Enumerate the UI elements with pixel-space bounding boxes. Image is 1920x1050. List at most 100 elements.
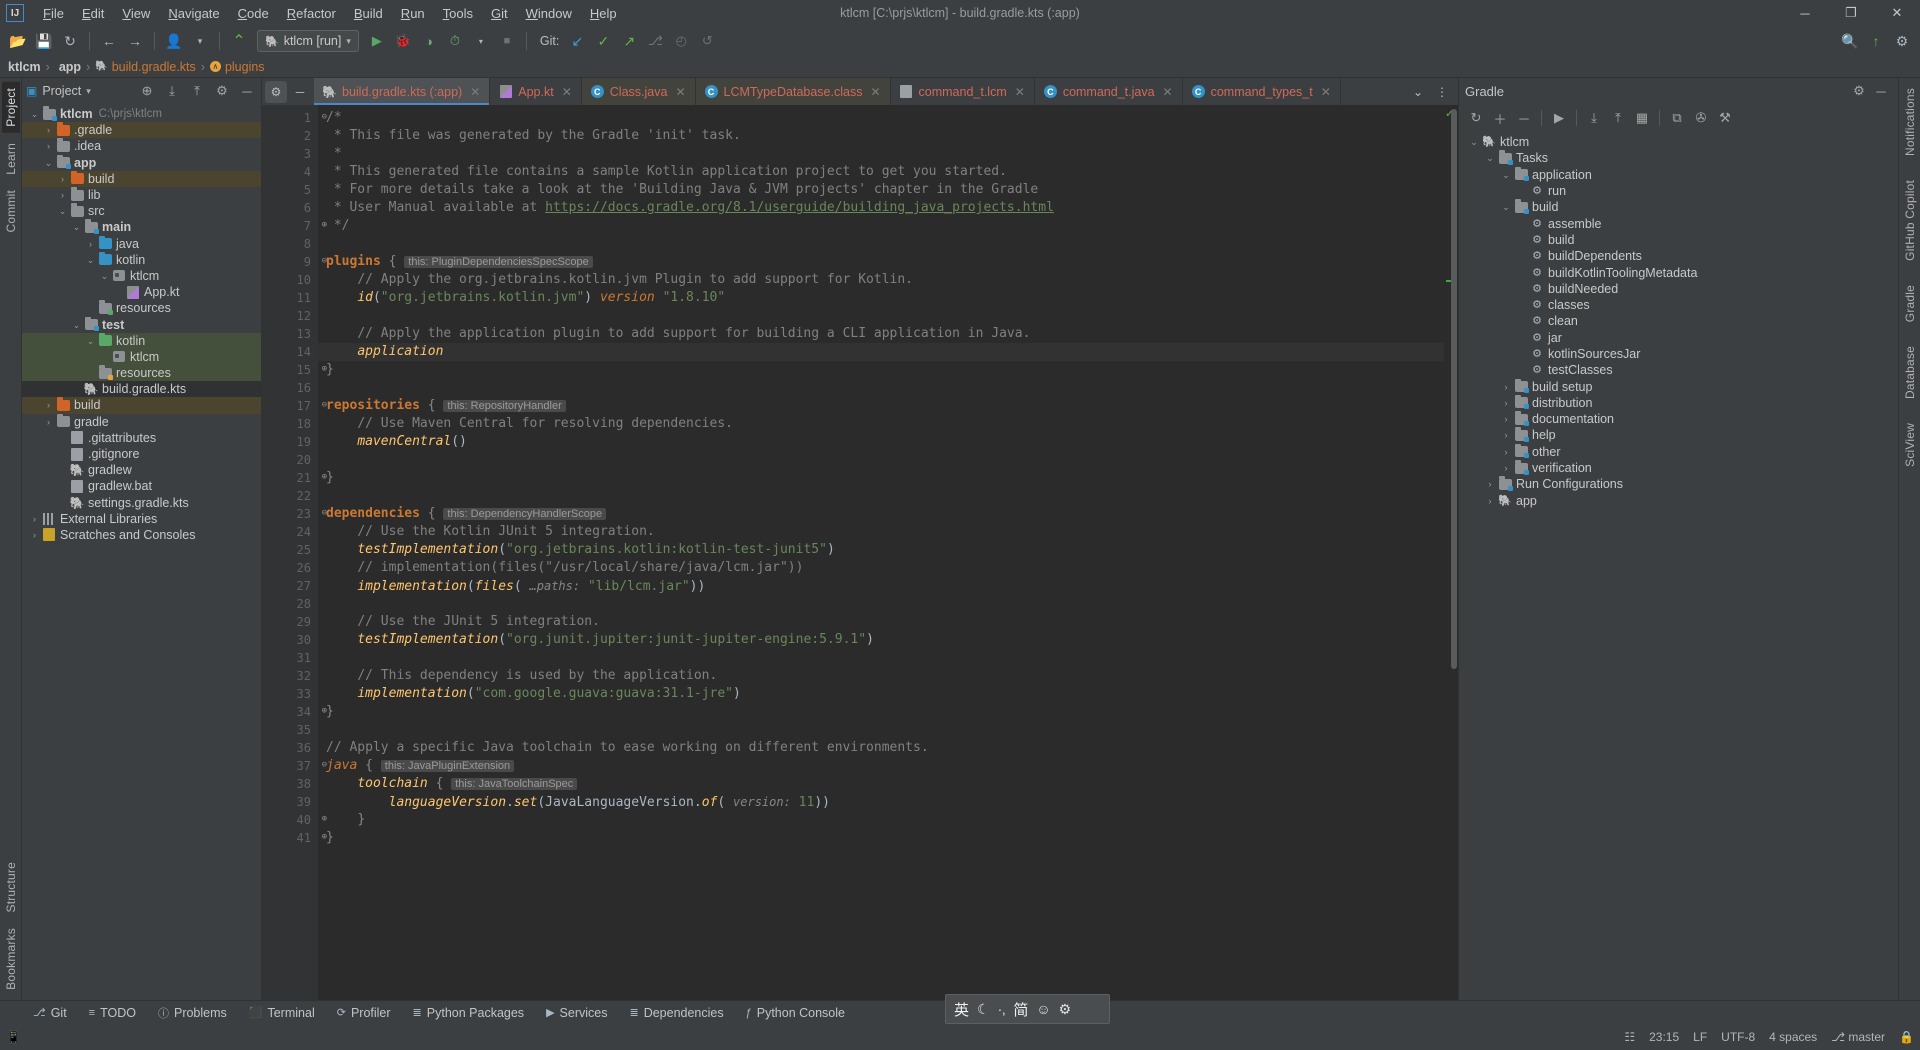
- right-strip-tab-github-copilot[interactable]: GitHub Copilot: [1901, 174, 1919, 267]
- project-tree-row[interactable]: resources: [22, 300, 261, 316]
- gradle-tree-row[interactable]: › help: [1459, 427, 1898, 443]
- menu-item-file[interactable]: File: [34, 3, 73, 24]
- bottom-tab-services[interactable]: ▶ Services: [535, 1001, 618, 1025]
- hide-panel-icon[interactable]: ─: [289, 81, 311, 103]
- close-icon[interactable]: ✕: [1015, 85, 1025, 99]
- tree-expand-arrow[interactable]: ⌄: [70, 317, 83, 333]
- debug-button[interactable]: 🐞: [391, 29, 415, 53]
- tasks-view-icon[interactable]: ▦: [1631, 107, 1653, 129]
- tree-expand-arrow[interactable]: ⌄: [1499, 199, 1513, 215]
- close-icon[interactable]: ✕: [870, 85, 880, 99]
- close-icon[interactable]: ✕: [470, 85, 480, 99]
- code-line[interactable]: // Apply a specific Java toolchain to ea…: [318, 739, 1444, 757]
- code-line[interactable]: // Apply the application plugin to add s…: [318, 325, 1444, 343]
- sidebar-tab-commit[interactable]: Commit: [2, 184, 20, 239]
- project-tree-row[interactable]: gradlew.bat: [22, 478, 261, 494]
- tree-expand-arrow[interactable]: ⌄: [56, 203, 69, 219]
- code-line[interactable]: */: [318, 217, 1444, 235]
- bottom-tab-problems[interactable]: ⓘ Problems: [147, 1001, 238, 1025]
- project-tree-row[interactable]: ⌄ test: [22, 316, 261, 332]
- ime-punctuation-icon[interactable]: ·‚: [998, 1001, 1006, 1017]
- maximize-button[interactable]: ❐: [1828, 0, 1874, 26]
- menu-item-view[interactable]: View: [113, 3, 159, 24]
- project-tree-row[interactable]: ⌄ src: [22, 203, 261, 219]
- lock-icon[interactable]: 🔒: [1899, 1030, 1914, 1044]
- sidebar-tab-bookmarks[interactable]: Bookmarks: [2, 922, 20, 996]
- profile-icon[interactable]: 👤: [162, 29, 186, 53]
- right-strip-tab-gradle[interactable]: Gradle: [1901, 279, 1919, 328]
- code-line[interactable]: }: [318, 703, 1444, 721]
- project-tree[interactable]: ⌄ ktlcm C:\prjs\ktlcm › .gradle › .idea ⌄ app › bu…: [22, 104, 261, 1000]
- tree-expand-arrow[interactable]: ›: [1483, 476, 1497, 492]
- tree-expand-arrow[interactable]: ⌄: [98, 268, 111, 284]
- code-line[interactable]: testImplementation("org.jetbrains.kotlin…: [318, 541, 1444, 559]
- ime-moon-icon[interactable]: ☾: [977, 1001, 990, 1018]
- menu-item-edit[interactable]: Edit: [73, 3, 113, 24]
- project-tree-row[interactable]: ktlcm: [22, 348, 261, 365]
- editor-tab-command-t-java[interactable]: Ccommand_t.java ✕: [1035, 78, 1183, 105]
- code-line[interactable]: languageVersion.set(JavaLanguageVersion.…: [318, 793, 1444, 811]
- collapse-all-icon[interactable]: ⤒: [187, 81, 207, 101]
- event-log-icon[interactable]: ☷: [1624, 1030, 1635, 1044]
- close-icon[interactable]: ✕: [675, 85, 685, 99]
- code-line[interactable]: [318, 451, 1444, 469]
- tree-expand-arrow[interactable]: ›: [1499, 411, 1513, 427]
- code-line[interactable]: [318, 235, 1444, 253]
- breadcrumb-item-app[interactable]: app: [55, 60, 81, 74]
- close-icon[interactable]: ✕: [1321, 85, 1331, 99]
- tree-expand-arrow[interactable]: ⌄: [84, 333, 97, 349]
- tree-expand-arrow[interactable]: ›: [1499, 427, 1513, 443]
- code-line[interactable]: // Apply the org.jetbrains.kotlin.jvm Pl…: [318, 271, 1444, 289]
- gradle-tree-row[interactable]: › distribution: [1459, 394, 1898, 411]
- tree-expand-arrow[interactable]: ⌄: [70, 219, 83, 235]
- menu-item-git[interactable]: Git: [482, 3, 517, 24]
- tree-expand-arrow[interactable]: ›: [28, 511, 41, 527]
- code-line[interactable]: repositories { this: RepositoryHandler: [318, 397, 1444, 415]
- gradle-tree-row[interactable]: › other: [1459, 443, 1898, 460]
- project-tree-row[interactable]: › lib: [22, 187, 261, 203]
- code-line[interactable]: // implementation(files("/usr/local/shar…: [318, 559, 1444, 577]
- chevron-down-icon[interactable]: ▾: [188, 29, 212, 53]
- project-tree-row[interactable]: .gitignore: [22, 446, 261, 462]
- git-branch-widget[interactable]: ⎇ master: [1831, 1030, 1885, 1044]
- gradle-tree-row[interactable]: › 🐘 app: [1459, 493, 1898, 509]
- breadcrumb-item-plugins[interactable]: ∧ plugins: [209, 60, 265, 74]
- code-line[interactable]: [318, 487, 1444, 505]
- right-strip-tab-notifications[interactable]: Notifications: [1901, 82, 1919, 162]
- right-strip-tab-database[interactable]: Database: [1901, 340, 1919, 405]
- tree-expand-arrow[interactable]: ›: [42, 122, 55, 138]
- code-line[interactable]: [318, 307, 1444, 325]
- code-line[interactable]: // Use Maven Central for resolving depen…: [318, 415, 1444, 433]
- gradle-tree-row[interactable]: ⚙ build: [1459, 232, 1898, 248]
- bottom-tab-python-console[interactable]: ƒ Python Console: [735, 1001, 856, 1025]
- code-line[interactable]: }: [318, 361, 1444, 379]
- sidebar-tab-structure[interactable]: Structure: [2, 856, 20, 919]
- menu-item-code[interactable]: Code: [229, 3, 278, 24]
- project-tree-row[interactable]: › External Libraries: [22, 511, 261, 527]
- ime-settings-icon[interactable]: ⚙: [1059, 1001, 1072, 1018]
- tree-expand-arrow[interactable]: ›: [1499, 395, 1513, 411]
- code-line[interactable]: implementation(files( …paths: "lib/lcm.j…: [318, 577, 1444, 595]
- bottom-tab-todo[interactable]: ≡ TODO: [78, 1001, 147, 1025]
- code-line[interactable]: application: [318, 343, 1444, 361]
- project-tree-row[interactable]: ⌄ ktlcm C:\prjs\ktlcm: [22, 106, 261, 122]
- chevron-down-icon[interactable]: ▾: [469, 29, 493, 53]
- git-history-icon[interactable]: ◴: [669, 29, 693, 53]
- close-icon[interactable]: ✕: [562, 85, 572, 99]
- ime-emoji-icon[interactable]: ☺: [1036, 1001, 1050, 1017]
- tree-expand-arrow[interactable]: ›: [28, 527, 41, 543]
- gradle-tree-row[interactable]: ⚙ jar: [1459, 330, 1898, 346]
- code-line[interactable]: }: [318, 811, 1444, 829]
- editor-tab-command-types-t[interactable]: Ccommand_types_t ✕: [1183, 78, 1341, 105]
- code-line[interactable]: [318, 649, 1444, 667]
- code-line[interactable]: [318, 721, 1444, 739]
- more-options-icon[interactable]: ⋮: [1431, 81, 1453, 103]
- git-push-icon[interactable]: ↗: [617, 29, 641, 53]
- tree-expand-arrow[interactable]: ›: [1499, 444, 1513, 460]
- gradle-tree-row[interactable]: ⚙ clean: [1459, 313, 1898, 329]
- editor-tab-lcmtypedatabase-class[interactable]: C LCMTypeDatabase.class ✕: [695, 78, 891, 105]
- toggle-offline-icon[interactable]: ✇: [1690, 107, 1712, 129]
- gradle-tree-row[interactable]: ⚙ assemble: [1459, 215, 1898, 231]
- gear-icon[interactable]: ⚙: [1848, 80, 1870, 102]
- collapse-all-icon[interactable]: ⤒: [1607, 107, 1629, 129]
